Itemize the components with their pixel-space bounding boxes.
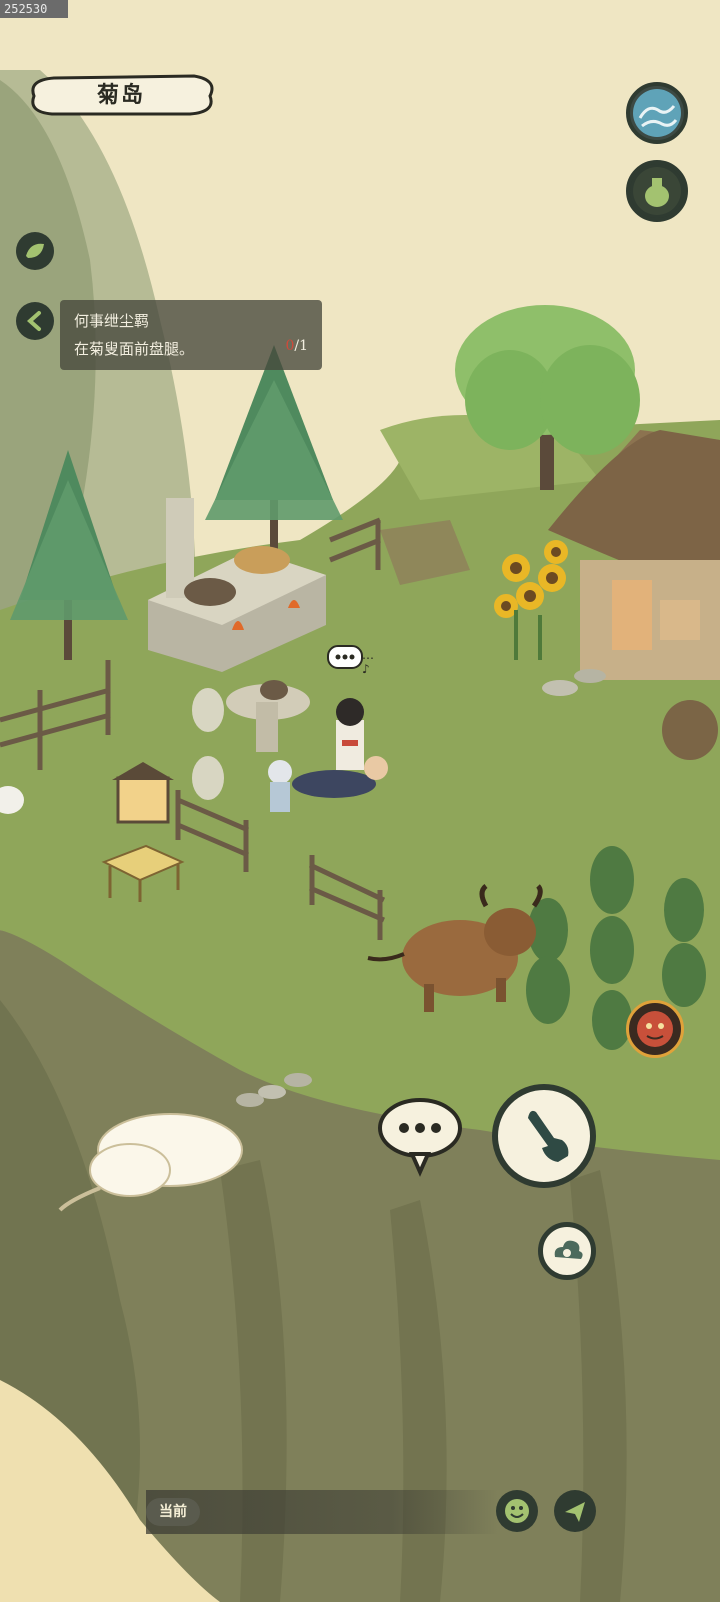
location-name: 菊岛 [96,82,145,108]
quest-toggle-button[interactable] [16,302,54,340]
wave-icon [633,89,681,137]
channel-label[interactable]: 当前 [146,1498,200,1526]
cloud-swirl-icon [554,1240,583,1259]
smiley-icon [505,1499,529,1523]
gourd-bag-icon [633,167,681,215]
character-bubble-text: …♪ [362,648,374,676]
leaf-button[interactable] [16,232,54,270]
wave-button[interactable] [626,82,688,144]
emoji-button[interactable] [496,1490,538,1532]
chevron-left-icon [26,311,41,331]
cloud-skill-button[interactable] [538,1222,596,1280]
demon-mask-icon [637,1011,673,1047]
quest-panel[interactable]: 何事绁尘羁 在菊叟面前盘腿。 0/1 [60,300,322,370]
id-label: 252530 [0,0,68,18]
chat-button[interactable] [376,1094,466,1178]
leaf-icon [26,243,44,258]
demon-event-button[interactable] [626,1000,684,1058]
game-scene [0,0,720,1602]
send-icon [565,1502,585,1522]
quest-progress: 0/1 [285,338,308,354]
child-npc [268,760,292,812]
quest-title: 何事绁尘羁 [74,312,150,330]
player-character [336,698,364,770]
character-speech-bubble: …♪ [326,644,374,676]
quest-description: 在菊叟面前盘腿。 [74,340,195,358]
send-button[interactable] [554,1490,596,1532]
quest-progress-total: /1 [294,338,308,354]
interact-button[interactable] [492,1084,596,1188]
location-plate[interactable]: 菊岛 [24,72,218,118]
ellipsis-chat-icon [378,1098,462,1177]
bag-button[interactable] [626,160,688,222]
pointing-hand-icon [528,1110,569,1162]
